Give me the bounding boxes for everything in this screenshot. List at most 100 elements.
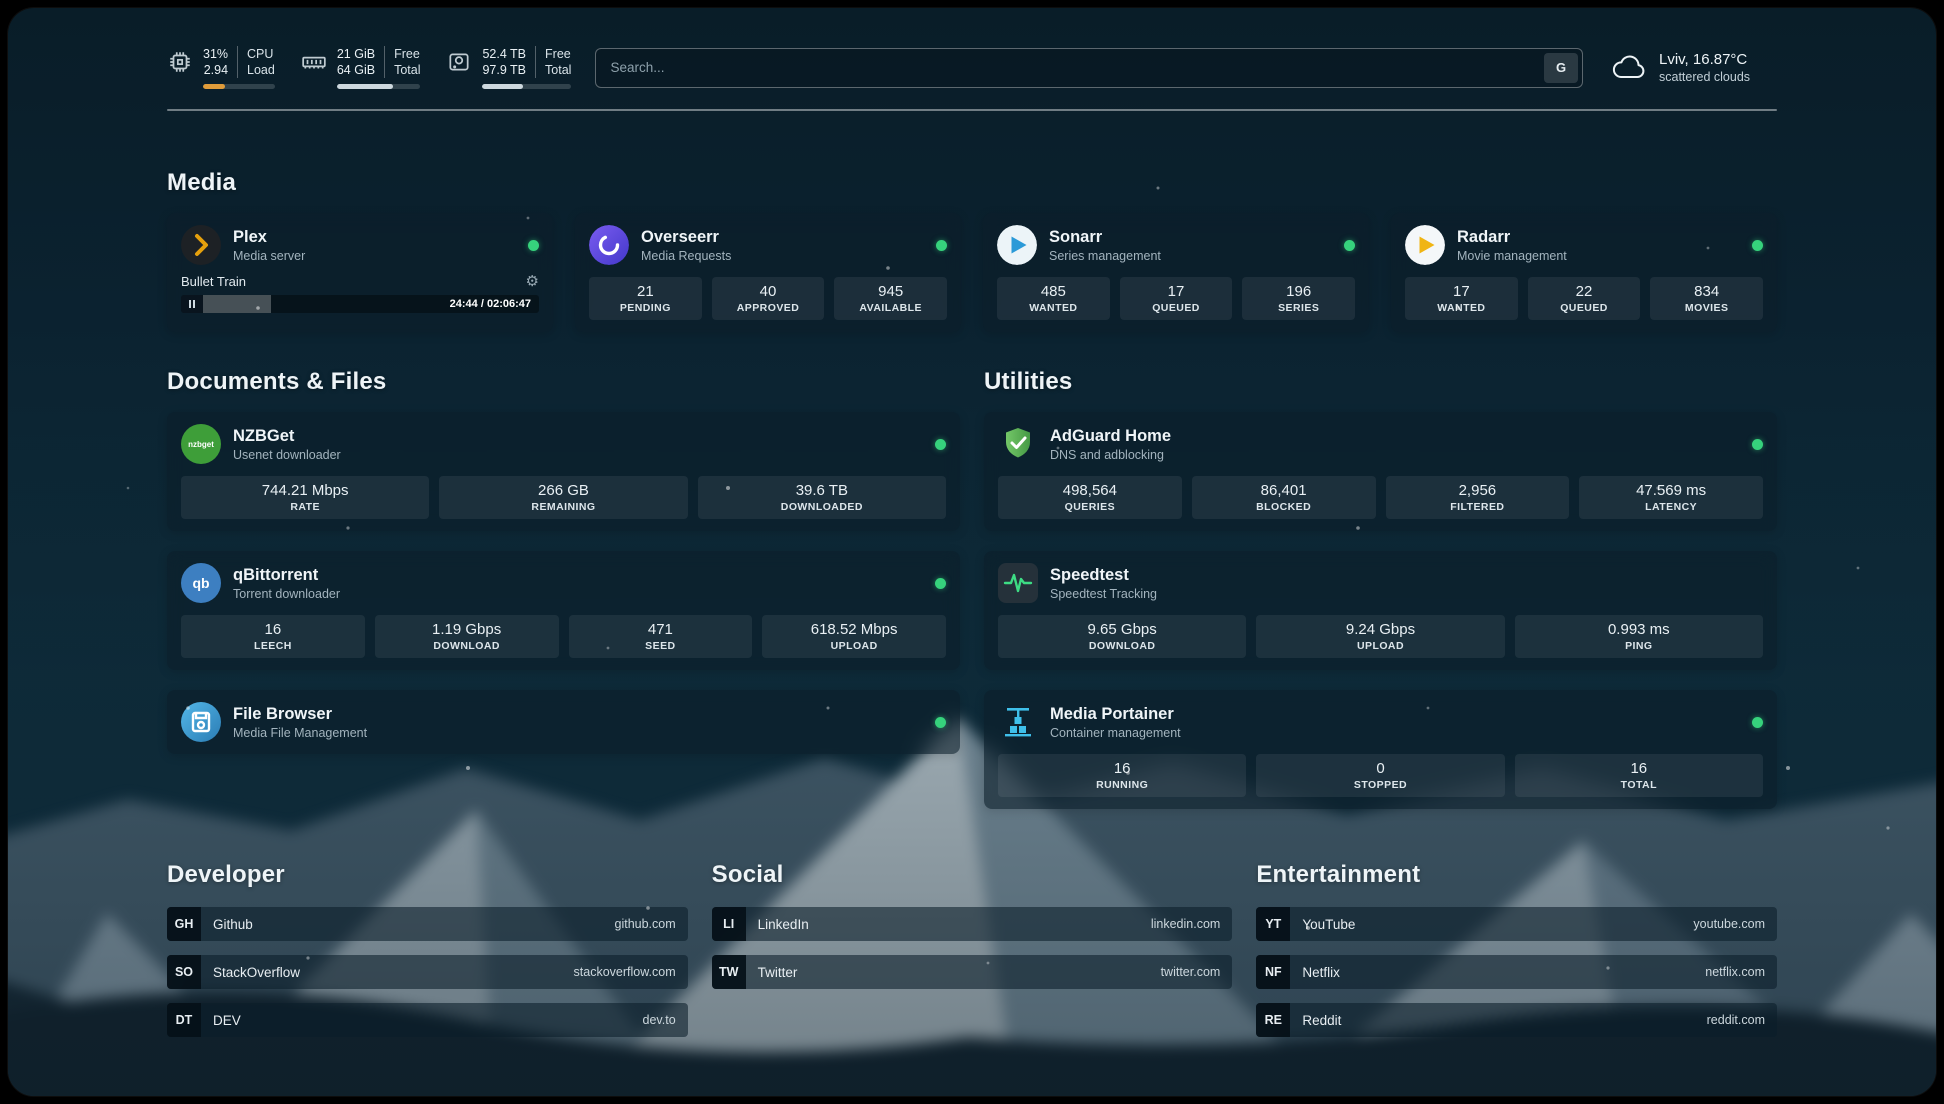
stat-box: 16 TOTAL <box>1515 754 1763 797</box>
status-online-dot <box>936 240 947 251</box>
app-name: Speedtest <box>1050 565 1157 585</box>
bookmarks-entertainment: Entertainment YT YouTube youtube.com NF … <box>1256 861 1777 1037</box>
bookmark-reddit[interactable]: RE Reddit reddit.com <box>1256 1003 1777 1037</box>
search-input[interactable] <box>595 48 1583 88</box>
app-card-portainer[interactable]: Media Portainer Container management 16 … <box>984 690 1777 809</box>
stat-box: 86,401 BLOCKED <box>1192 476 1376 519</box>
stat-box: 945 AVAILABLE <box>834 277 947 320</box>
memory-usage-bar <box>337 84 421 89</box>
github-icon: GH <box>167 907 201 941</box>
stat-box: 47.569 ms LATENCY <box>1579 476 1763 519</box>
search-bar: G <box>595 48 1583 88</box>
app-card-radarr[interactable]: Radarr Movie management 17 WANTED 22 QUE… <box>1391 213 1777 332</box>
stat-box: 21 PENDING <box>589 277 702 320</box>
status-online-dot <box>528 240 539 251</box>
playback-progress-bar[interactable]: 24:44 / 02:06:47 <box>181 295 539 313</box>
filebrowser-icon <box>181 702 221 742</box>
cloud-icon <box>1609 48 1649 88</box>
app-subtitle: DNS and adblocking <box>1050 447 1171 463</box>
app-card-qbittorrent[interactable]: qb qBittorrent Torrent downloader 16 LEE… <box>167 551 960 670</box>
app-subtitle: Container management <box>1050 725 1181 741</box>
section-documents: Documents & Files nzbget NZBGet Usenet d… <box>167 368 960 754</box>
playback-progress-fill <box>203 295 271 313</box>
app-card-speedtest[interactable]: Speedtest Speedtest Tracking 9.65 Gbps D… <box>984 551 1777 670</box>
stat-box: 2,956 FILTERED <box>1386 476 1570 519</box>
weather-widget: Lviv, 16.87°C scattered clouds <box>1609 48 1777 88</box>
stat-box: 471 SEED <box>569 615 753 658</box>
youtube-icon: YT <box>1256 907 1290 941</box>
bookmark-twitter[interactable]: TW Twitter twitter.com <box>712 955 1233 989</box>
playback-time: 24:44 / 02:06:47 <box>450 295 531 313</box>
adguard-icon <box>998 424 1038 464</box>
app-card-nzbget[interactable]: nzbget NZBGet Usenet downloader 744.21 M… <box>167 412 960 531</box>
bookmark-github[interactable]: GH Github github.com <box>167 907 688 941</box>
search-provider-button[interactable]: G <box>1544 53 1578 83</box>
disk-free-value: 52.4 TB <box>482 46 526 62</box>
app-card-adguard[interactable]: AdGuard Home DNS and adblocking 498,564 … <box>984 412 1777 531</box>
cpu-label: CPU <box>247 46 275 62</box>
disk-icon <box>446 49 472 75</box>
stat-box: 498,564 QUERIES <box>998 476 1182 519</box>
stat-box: 0 STOPPED <box>1256 754 1504 797</box>
section-utilities: Utilities AdGuard Home <box>984 368 1777 809</box>
radarr-icon <box>1405 225 1445 265</box>
section-media: Media Plex Media server <box>167 169 1777 332</box>
app-card-sonarr[interactable]: Sonarr Series management 485 WANTED 17 Q… <box>983 213 1369 332</box>
linkedin-icon: LI <box>712 907 746 941</box>
cpu-percent: 31% <box>203 46 228 62</box>
stat-box: 17 QUEUED <box>1120 277 1233 320</box>
stat-box: 744.21 Mbps RATE <box>181 476 429 519</box>
app-subtitle: Media server <box>233 248 305 264</box>
bookmark-netflix[interactable]: NF Netflix netflix.com <box>1256 955 1777 989</box>
app-card-filebrowser[interactable]: File Browser Media File Management <box>167 690 960 754</box>
app-card-overseerr[interactable]: Overseerr Media Requests 21 PENDING 40 A… <box>575 213 961 332</box>
stat-box: 39.6 TB DOWNLOADED <box>698 476 946 519</box>
stat-box: 0.993 ms PING <box>1515 615 1763 658</box>
app-name: File Browser <box>233 704 367 724</box>
stat-box: 196 SERIES <box>1242 277 1355 320</box>
stat-box: 16 LEECH <box>181 615 365 658</box>
topbar: 31% 2.94 CPU Load <box>167 46 1777 89</box>
system-widgets: 31% 2.94 CPU Load <box>167 46 571 89</box>
app-subtitle: Usenet downloader <box>233 447 341 463</box>
netflix-icon: NF <box>1256 955 1290 989</box>
qbittorrent-icon: qb <box>181 563 221 603</box>
app-name: Plex <box>233 227 305 247</box>
app-name: Sonarr <box>1049 227 1161 247</box>
stat-box: 16 RUNNING <box>998 754 1246 797</box>
bookmark-youtube[interactable]: YT YouTube youtube.com <box>1256 907 1777 941</box>
stat-box: 266 GB REMAINING <box>439 476 687 519</box>
stat-box: 17 WANTED <box>1405 277 1518 320</box>
section-title-developer: Developer <box>167 861 688 889</box>
app-name: qBittorrent <box>233 565 340 585</box>
stat-box: 834 MOVIES <box>1650 277 1763 320</box>
app-name: Overseerr <box>641 227 731 247</box>
app-card-plex[interactable]: Plex Media server Bullet Train ⚙ 24:44 /… <box>167 213 553 332</box>
twitter-icon: TW <box>712 955 746 989</box>
memory-free-value: 21 GiB <box>337 46 375 62</box>
weather-location-temp: Lviv, 16.87°C <box>1659 51 1750 68</box>
disk-usage-bar <box>482 84 571 89</box>
bookmark-stackoverflow[interactable]: SO StackOverflow stackoverflow.com <box>167 955 688 989</box>
pause-button[interactable] <box>181 295 203 313</box>
memory-total-value: 64 GiB <box>337 62 375 78</box>
section-title-entertainment: Entertainment <box>1256 861 1777 889</box>
disk-total-value: 97.9 TB <box>482 62 526 78</box>
bookmark-linkedin[interactable]: LI LinkedIn linkedin.com <box>712 907 1233 941</box>
speedtest-icon <box>998 563 1038 603</box>
stat-box: 9.65 Gbps DOWNLOAD <box>998 615 1246 658</box>
memory-free-label: Free <box>394 46 420 62</box>
disk-total-label: Total <box>545 62 571 78</box>
disk-widget: 52.4 TB 97.9 TB Free Total <box>446 46 571 89</box>
status-online-dot <box>1344 240 1355 251</box>
status-online-dot <box>935 717 946 728</box>
disk-free-label: Free <box>545 46 571 62</box>
bookmark-dev[interactable]: DT DEV dev.to <box>167 1003 688 1037</box>
stat-box: 9.24 Gbps UPLOAD <box>1256 615 1504 658</box>
app-name: AdGuard Home <box>1050 426 1171 446</box>
stream-settings-gear-icon[interactable]: ⚙ <box>526 274 539 289</box>
sonarr-icon <box>997 225 1037 265</box>
plex-icon <box>181 225 221 265</box>
cpu-usage-bar <box>203 84 275 89</box>
status-online-dot <box>935 439 946 450</box>
